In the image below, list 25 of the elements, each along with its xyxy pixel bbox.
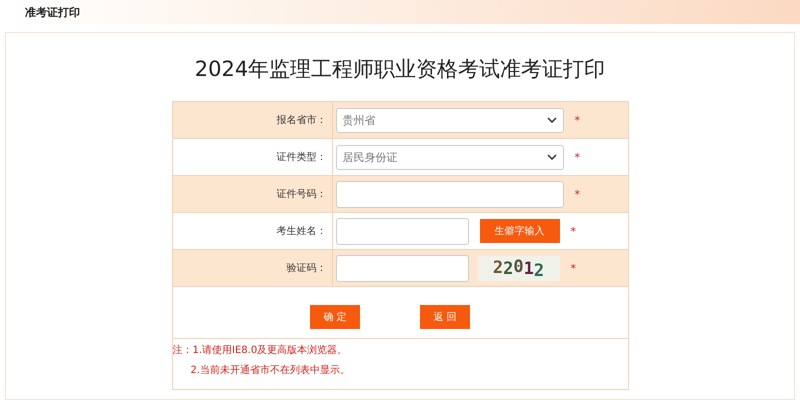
select-field[interactable]: 贵州省 <box>336 108 564 132</box>
required-mark: * <box>570 262 576 274</box>
input-field[interactable] <box>336 254 468 282</box>
required-mark: * <box>574 150 580 164</box>
chevron-down-icon <box>546 117 556 123</box>
page-title: 2024年监理工程师职业资格考试准考证打印 <box>194 56 606 83</box>
captcha-image[interactable]: 22012 <box>478 256 560 280</box>
header-title: 准考证打印 <box>25 4 80 20</box>
chevron-down-icon <box>546 154 556 160</box>
confirm-button[interactable]: 确 定 <box>310 304 360 328</box>
field-label: 验证码： <box>286 262 326 275</box>
back-button[interactable]: 返 回 <box>420 304 470 328</box>
input-field[interactable] <box>336 218 468 244</box>
field-label: 证件类型： <box>276 150 326 164</box>
note-text: 注：1.请使用IE8.0及更高版本浏览器。 <box>172 344 348 357</box>
required-mark: * <box>570 224 576 238</box>
required-mark: * <box>574 114 580 126</box>
rare-character-button[interactable]: 生僻字输入 <box>480 219 560 243</box>
input-field[interactable] <box>336 180 564 208</box>
note-text: 2.当前未开通省市不在列表中显示。 <box>190 364 352 377</box>
field-label: 证件号码： <box>276 188 326 201</box>
select-field[interactable]: 居民身份证 <box>336 144 564 170</box>
field-label: 报名省市： <box>276 114 326 127</box>
field-label: 考生姓名： <box>276 224 326 238</box>
required-mark: * <box>574 188 580 200</box>
